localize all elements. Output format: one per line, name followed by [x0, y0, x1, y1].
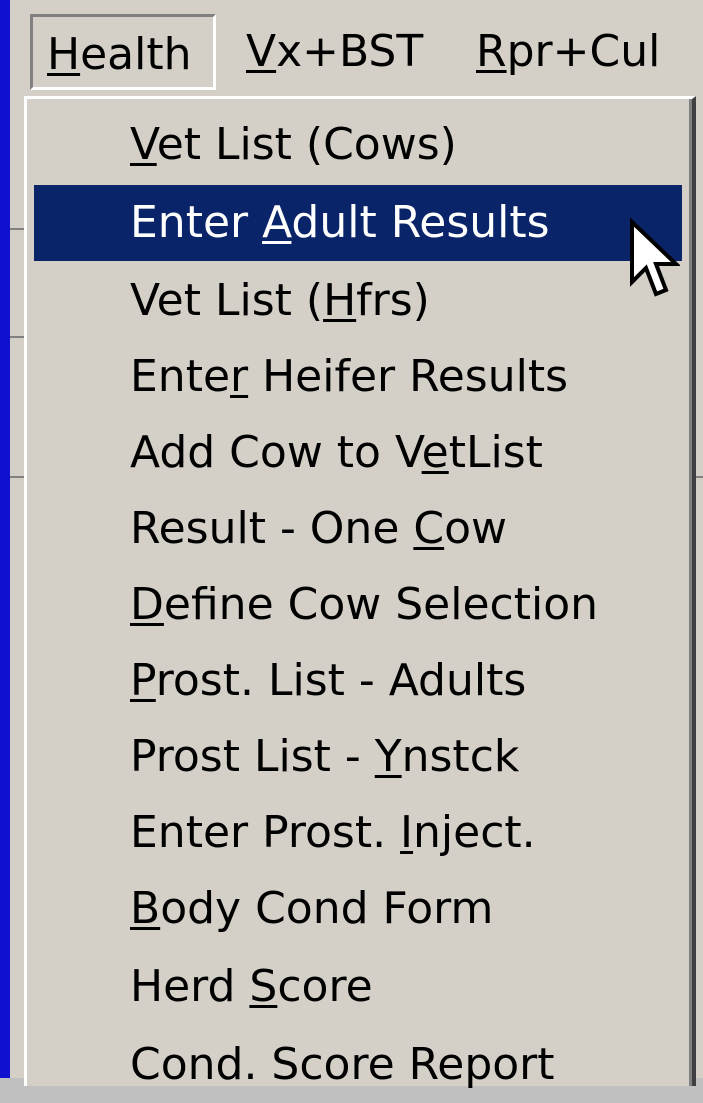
menu-item-enter-heifer-results[interactable]: Enter Heifer Results	[34, 339, 682, 415]
menu-health[interactable]: Health	[30, 14, 216, 90]
menu-item-vet-list-hfrs[interactable]: Vet List (Hfrs)	[34, 263, 682, 339]
menu-item-vet-list-cows[interactable]: Vet List (Cows)	[34, 107, 682, 183]
menu-item-prost-list-ynstck[interactable]: Prost List - Ynstck	[34, 719, 682, 795]
menu-item-define-cow-selection[interactable]: Define Cow Selection	[34, 567, 682, 643]
menu-item-enter-prost-inject[interactable]: Enter Prost. Inject.	[34, 795, 682, 871]
menu-item-prost-list-adults[interactable]: Prost. List - Adults	[34, 643, 682, 719]
arrow-cursor-icon	[630, 218, 680, 297]
menu-item-herd-score[interactable]: Herd Score	[34, 949, 682, 1025]
menu-item-result-one-cow[interactable]: Result - One Cow	[34, 491, 682, 567]
menu-item-enter-adult-results[interactable]: Enter Adult Results	[34, 185, 682, 261]
health-dropdown-menu: Vet List (Cows) Enter Adult Results Vet …	[24, 96, 696, 1090]
menu-item-body-cond-form[interactable]: Body Cond Form	[34, 871, 682, 947]
menu-rpr-cul[interactable]: Rpr+Cul	[462, 14, 672, 90]
menu-bar: Health Vx+BST Rpr+Cul	[10, 0, 703, 96]
menu-vx-bst[interactable]: Vx+BST	[232, 14, 432, 90]
menu-item-cond-score-report[interactable]: Cond. Score Report	[34, 1027, 682, 1103]
menu-item-add-cow-to-vetlist[interactable]: Add Cow to VetList	[34, 415, 682, 491]
background-window-border	[0, 0, 10, 1078]
